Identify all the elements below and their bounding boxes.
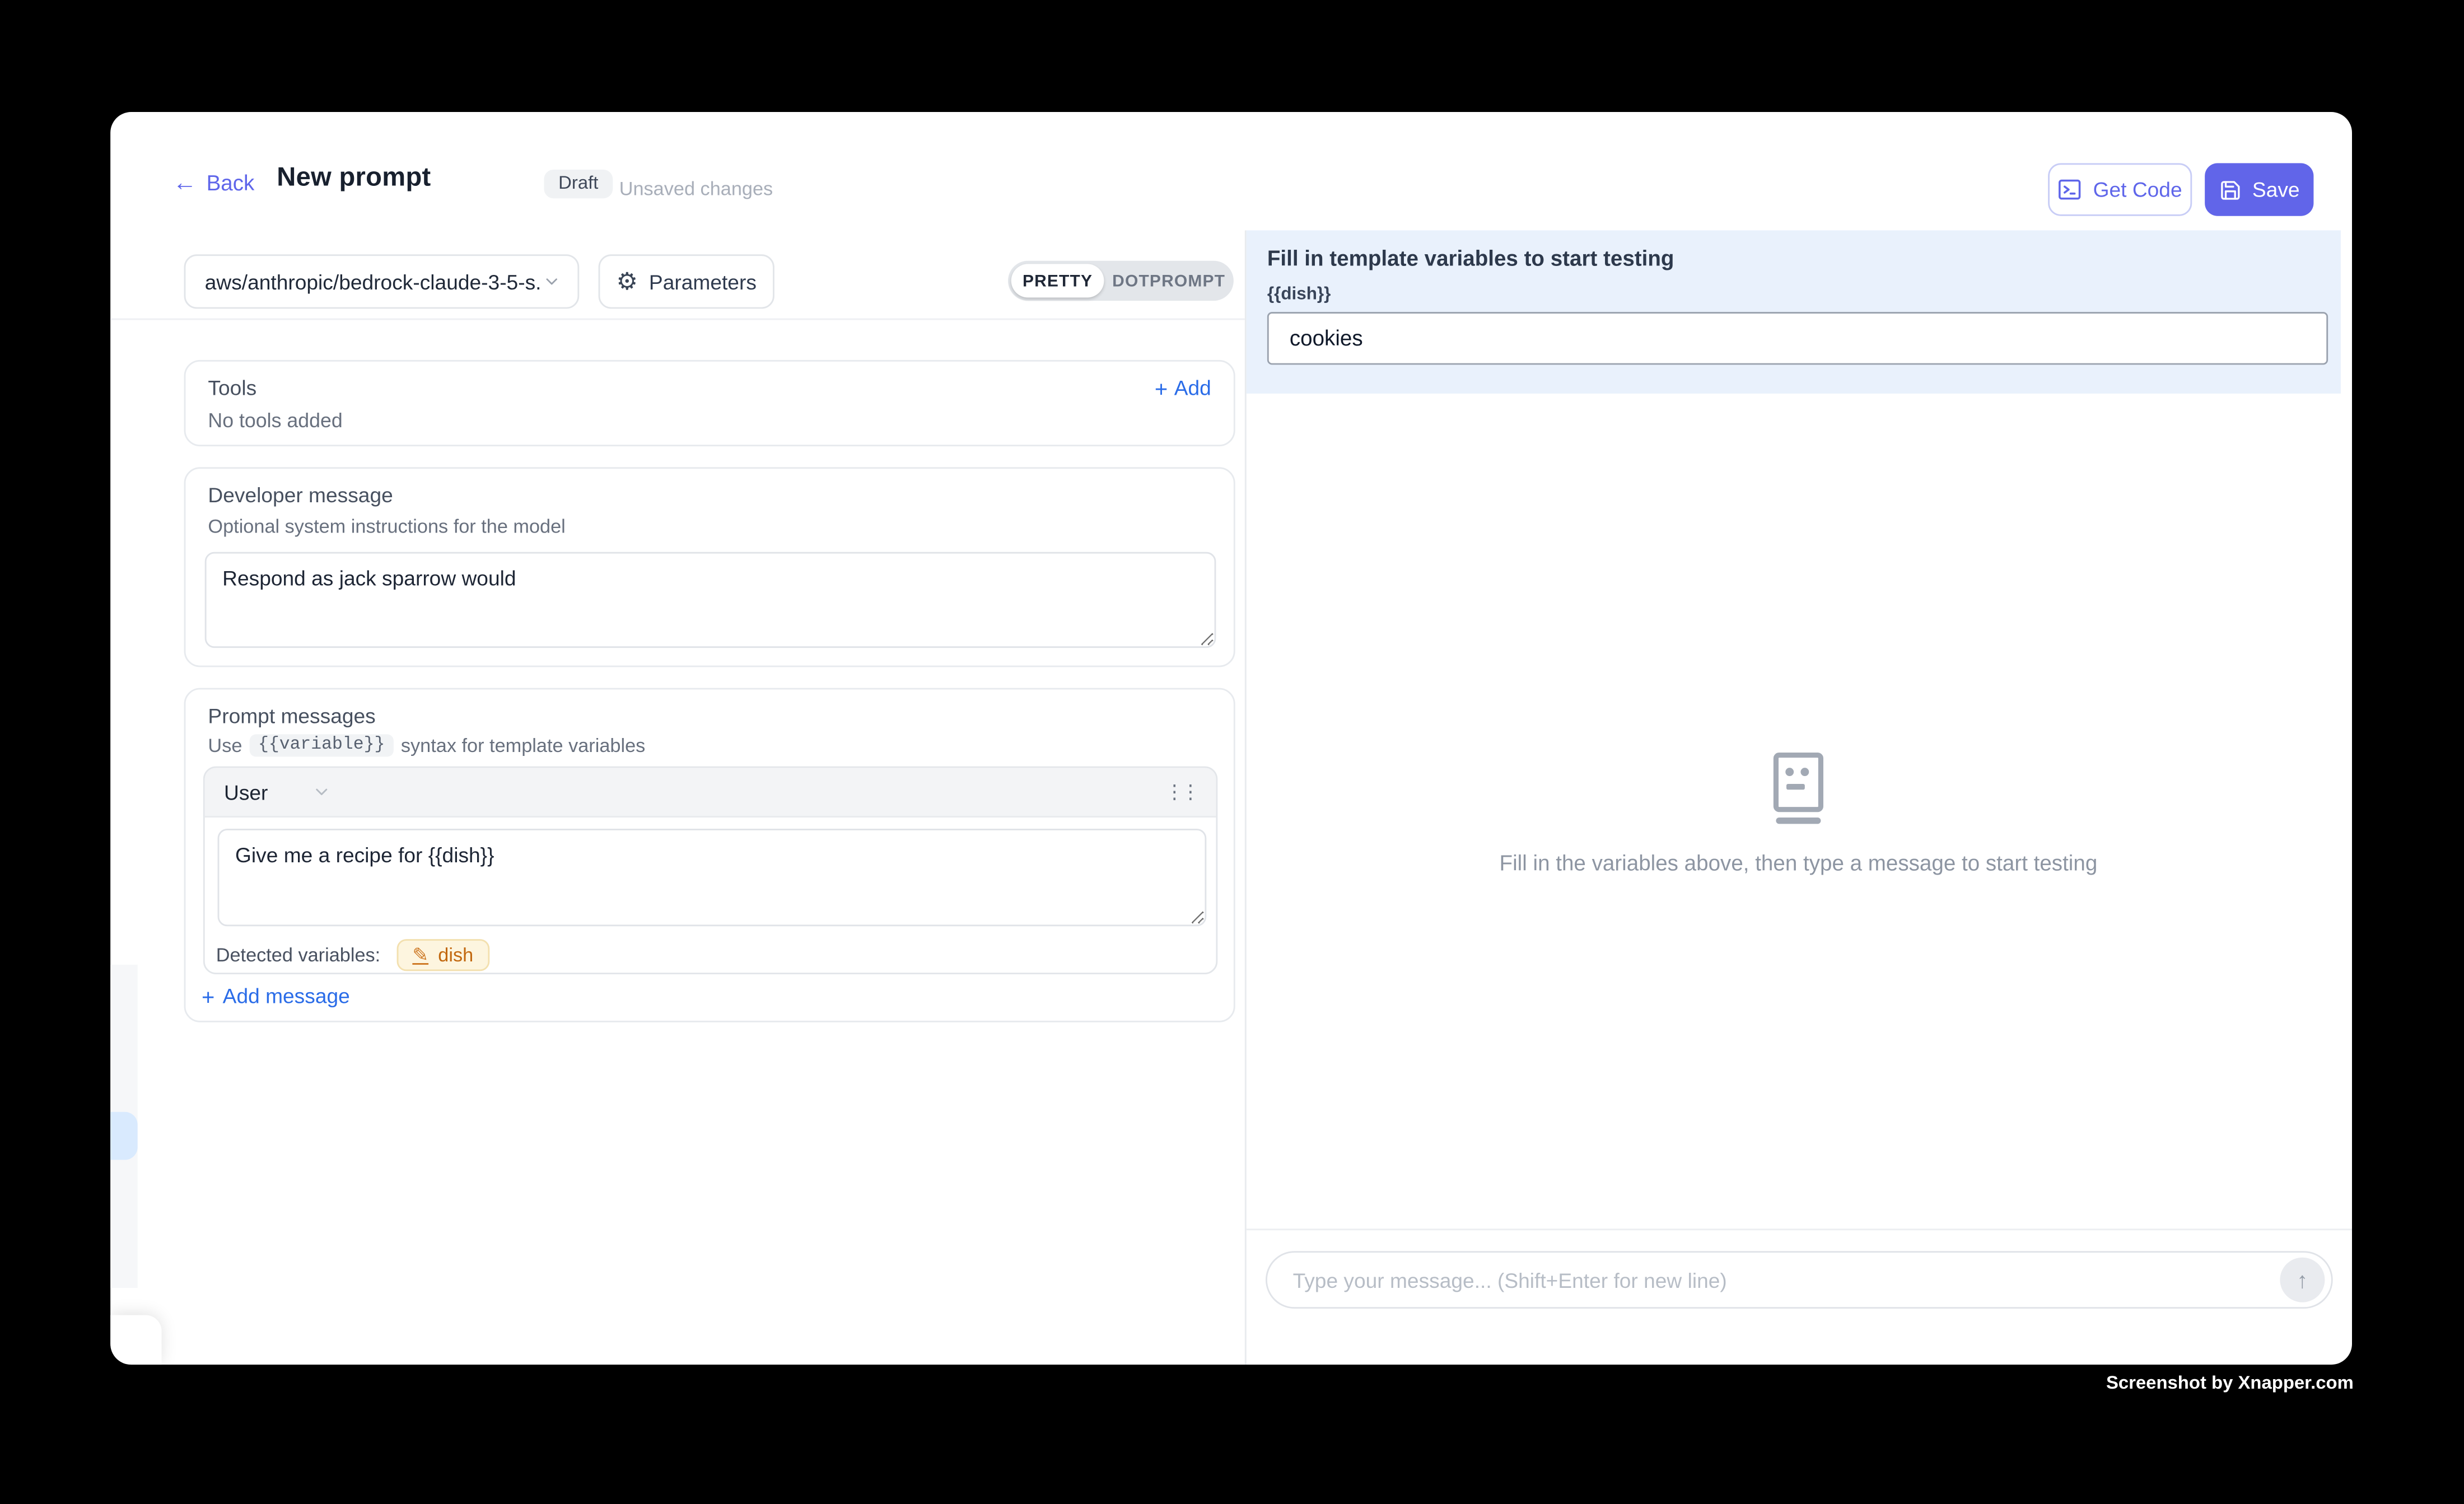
- add-message-button[interactable]: + Add message: [202, 984, 350, 1008]
- save-label: Save: [2252, 178, 2300, 202]
- role-select[interactable]: User: [224, 780, 332, 804]
- get-code-label: Get Code: [2093, 178, 2182, 202]
- drag-handle-icon[interactable]: ⋮⋮: [1165, 781, 1197, 803]
- message-textarea[interactable]: Give me a recipe for {{dish}}: [218, 829, 1207, 926]
- developer-message-textarea[interactable]: Respond as jack sparrow would: [205, 552, 1216, 648]
- toolbar-divider: [110, 319, 1245, 320]
- subtitle-prefix: Use: [208, 734, 242, 756]
- back-label: Back: [207, 171, 255, 195]
- pencil-icon: ✎: [412, 946, 428, 965]
- add-message-label: Add message: [223, 984, 350, 1008]
- unsaved-changes-text: Unsaved changes: [619, 178, 773, 200]
- message-block: User ⋮⋮ Give me a recipe for {{dish}} De…: [203, 767, 1217, 974]
- get-code-button[interactable]: Get Code: [2048, 163, 2192, 216]
- developer-message-title: Developer message: [208, 483, 393, 507]
- add-tool-button[interactable]: + Add: [1155, 376, 1211, 400]
- toggle-option-dotprompt[interactable]: DOTPROMPT: [1104, 264, 1233, 297]
- gear-icon: ⚙: [616, 269, 637, 293]
- screenshot-stage: ← Back New prompt Draft Unsaved changes …: [0, 0, 2464, 1504]
- tools-empty-text: No tools added: [208, 409, 342, 432]
- template-variables-panel: Fill in template variables to start test…: [1247, 230, 2341, 393]
- robot-face-icon: [1766, 752, 1830, 825]
- parameters-button[interactable]: ⚙ Parameters: [599, 254, 774, 309]
- chat-message-input[interactable]: [1266, 1251, 2333, 1309]
- back-button[interactable]: ← Back: [173, 171, 255, 195]
- prompt-messages-subtitle: Use {{variable}} syntax for template var…: [208, 734, 645, 756]
- variable-value-input[interactable]: [1267, 312, 2328, 365]
- variable-syntax-chip: {{variable}}: [250, 734, 393, 756]
- tools-card: Tools + Add No tools added: [184, 360, 1235, 446]
- variable-chip-dish[interactable]: ✎ dish: [396, 939, 489, 971]
- prompt-messages-title: Prompt messages: [208, 704, 375, 728]
- toggle-option-pretty[interactable]: PRETTY: [1011, 264, 1104, 297]
- watermark-text: Screenshot by Xnapper.com: [2106, 1374, 2354, 1393]
- tools-title: Tools: [208, 376, 256, 400]
- message-role-header: User ⋮⋮: [205, 768, 1216, 818]
- add-tool-label: Add: [1174, 376, 1211, 400]
- plus-icon: +: [1155, 377, 1168, 399]
- background-popover-fragment: [110, 1315, 161, 1365]
- terminal-icon: [2058, 178, 2082, 202]
- chat-empty-text: Fill in the variables above, then type a…: [1500, 851, 2098, 875]
- page-title: New prompt: [277, 163, 431, 193]
- view-mode-toggle[interactable]: PRETTY DOTPROMPT: [1008, 261, 1234, 301]
- send-button[interactable]: ↑: [2280, 1258, 2325, 1302]
- save-icon: [2219, 179, 2241, 201]
- chevron-down-icon: [543, 272, 562, 291]
- chevron-down-icon: [312, 782, 332, 801]
- status-badge: Draft: [544, 170, 613, 198]
- subtitle-suffix: syntax for template variables: [401, 734, 645, 756]
- prompt-editor-window: ← Back New prompt Draft Unsaved changes …: [110, 112, 2352, 1365]
- developer-message-card: Developer message Optional system instru…: [184, 467, 1235, 667]
- back-arrow-icon: ←: [173, 171, 197, 195]
- model-selector-value: aws/anthropic/bedrock-claude-3-5-s...: [205, 269, 543, 293]
- plus-icon: +: [202, 985, 214, 1007]
- up-arrow-icon: ↑: [2297, 1267, 2308, 1293]
- chat-input-area: ↑: [1266, 1251, 2333, 1309]
- chat-input-divider: [1247, 1229, 2352, 1230]
- background-sidebar-active-item: [110, 1112, 138, 1160]
- save-button[interactable]: Save: [2205, 163, 2313, 216]
- developer-message-subtitle: Optional system instructions for the mod…: [208, 515, 565, 538]
- prompt-messages-card: Prompt messages Use {{variable}} syntax …: [184, 688, 1235, 1022]
- chat-empty-state: Fill in the variables above, then type a…: [1245, 752, 2352, 875]
- role-select-value: User: [224, 780, 268, 804]
- template-variables-header: Fill in template variables to start test…: [1267, 246, 1674, 270]
- variable-chip-label: dish: [438, 944, 473, 966]
- parameters-label: Parameters: [649, 269, 757, 293]
- model-selector[interactable]: aws/anthropic/bedrock-claude-3-5-s...: [184, 254, 580, 309]
- detected-variables-row: Detected variables: ✎ dish: [216, 939, 489, 971]
- detected-variables-label: Detected variables:: [216, 944, 381, 966]
- variable-name-label: {{dish}}: [1267, 285, 1331, 304]
